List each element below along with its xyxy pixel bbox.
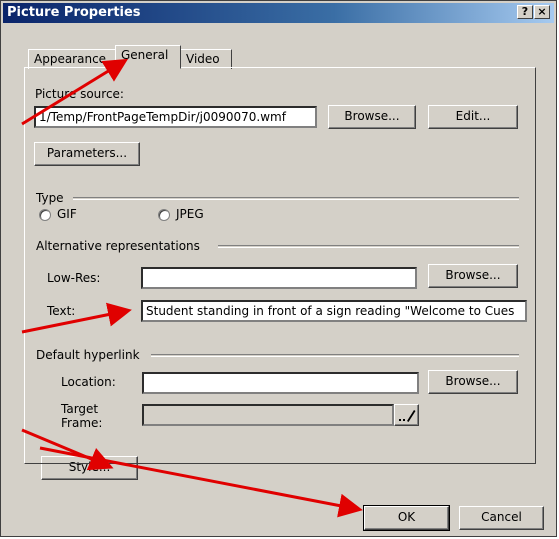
tab-video-label: Video	[186, 52, 220, 66]
tab-appearance-label: Appearance	[34, 52, 107, 66]
close-button[interactable]: ×	[534, 5, 550, 19]
tab-general[interactable]: General	[115, 45, 181, 69]
title-bar[interactable]: Picture Properties ? ×	[3, 3, 554, 23]
window-title: Picture Properties	[7, 5, 141, 20]
help-button[interactable]: ?	[517, 5, 533, 19]
cancel-button[interactable]: Cancel	[459, 506, 544, 530]
ok-button[interactable]: OK	[363, 505, 450, 531]
tab-panel-general	[24, 67, 536, 464]
tab-general-label: General	[121, 48, 169, 62]
tab-appearance[interactable]: Appearance	[28, 49, 116, 69]
picture-properties-dialog: Picture Properties ? × Appearance Genera…	[0, 0, 557, 537]
tab-video[interactable]: Video	[180, 49, 232, 69]
